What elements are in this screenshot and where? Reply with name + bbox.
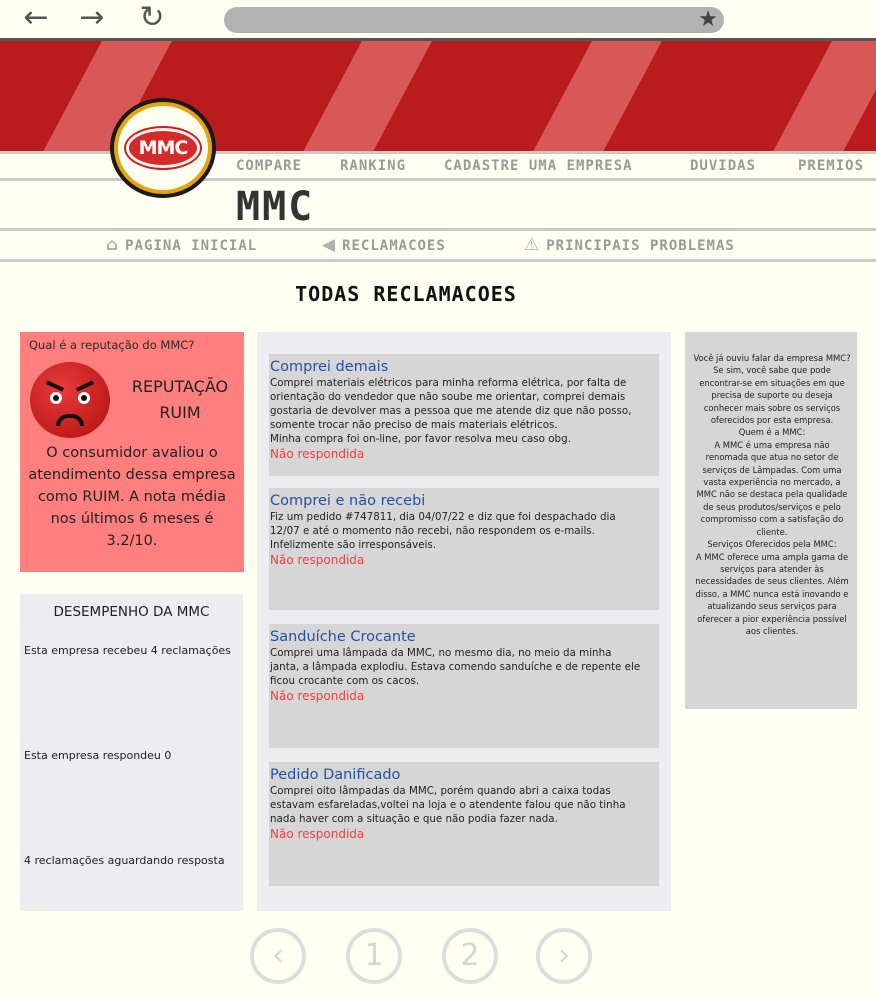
complaint-body: Fiz um pedido #747811, dia 04/07/22 e di… [270, 511, 616, 551]
nav-ranking[interactable]: RANKING [340, 158, 406, 174]
nav-awards[interactable]: PREMIOS [798, 158, 864, 174]
nav-faq[interactable]: DUVIDAS [690, 158, 756, 174]
complaint-card[interactable]: Sanduíche Crocante Comprei uma lâmpada d… [269, 624, 659, 748]
angry-face-mouth [56, 414, 84, 426]
complaint-title[interactable]: Sanduíche Crocante [270, 628, 659, 646]
complaint-body: Comprei oito lâmpadas da MMC, porém quan… [270, 785, 626, 825]
angry-face-eye [50, 392, 62, 404]
reload-icon[interactable]: ↻ [132, 2, 172, 34]
complaints-list: Comprei demais Comprei materiais elétric… [257, 332, 671, 911]
complaints-answered: Esta empresa respondeu 0 [24, 749, 172, 762]
complaint-card[interactable]: Comprei e não recebi Fiz um pedido #7478… [269, 488, 659, 610]
complaint-card[interactable]: Comprei demais Comprei materiais elétric… [269, 354, 659, 476]
about-intro: Você já ouviu falar da empresa MMC? Se s… [693, 353, 851, 426]
megaphone-icon: ◀ [322, 235, 337, 255]
reputation-text: O consumidor avaliou o atendimento dessa… [28, 445, 236, 549]
complaint-title[interactable]: Pedido Danificado [270, 766, 659, 784]
about-company: Você já ouviu falar da empresa MMC? Se s… [685, 332, 857, 709]
reputation-card: Qual é a reputação do MMC? REPUTAÇÃO RUI… [20, 332, 244, 572]
back-arrow-icon[interactable]: ← [16, 2, 56, 34]
complaint-status: Não respondida [270, 827, 365, 841]
home-icon: ⌂ [106, 235, 120, 255]
subnav-main-problems[interactable]: ⚠ PRINCIPAIS PROBLEMAS [524, 235, 735, 255]
about-who-heading: Quem é a MMC: [738, 427, 806, 438]
complaint-status: Não respondida [270, 447, 365, 461]
about-text: Você já ouviu falar da empresa MMC? Se s… [693, 352, 851, 637]
section-title: TODAS RECLAMACOES [295, 282, 517, 306]
prev-page-button[interactable]: ‹ [250, 928, 306, 984]
performance-title: DESEMPENHO DA MMC [53, 604, 210, 620]
complaints-waiting: 4 reclamações aguardando resposta [24, 854, 225, 867]
complaint-body: Comprei materiais elétricos para minha r… [270, 377, 632, 431]
reputation-title-line1: REPUTAÇÃO [131, 377, 229, 396]
about-who-text: A MMC é uma empresa não renomada que atu… [696, 439, 848, 537]
complaint-status: Não respondida [270, 553, 365, 567]
about-services-text: A MMC oferece uma ampla gama de serviços… [695, 551, 849, 636]
banner-stripe [522, 41, 668, 151]
angry-face-icon [30, 362, 110, 438]
reputation-title-line2: RUIM [159, 403, 201, 422]
complaint-status: Não respondida [270, 689, 365, 703]
company-name: MMC [236, 184, 315, 230]
subnav-complaints[interactable]: ◀ RECLAMACOES [322, 235, 446, 255]
browser-toolbar: ← → ↻ ★ [0, 0, 876, 38]
banner-stripe [762, 41, 876, 151]
logo-text: MMC [124, 126, 202, 170]
next-page-button[interactable]: › [536, 928, 592, 984]
performance-card: DESEMPENHO DA MMC Esta empresa recebeu 4… [20, 594, 243, 911]
company-subnav: ⌂ PAGINA INICIAL ◀ RECLAMACOES ⚠ PRINCIPAIS… [0, 228, 876, 262]
subnav-home-label: PAGINA INICIAL [125, 238, 258, 254]
nav-register-company[interactable]: CADASTRE UMA EMPRESA [444, 158, 633, 174]
subnav-problems-label: PRINCIPAIS PROBLEMAS [546, 238, 735, 254]
nav-compare[interactable]: COMPARE [236, 158, 302, 174]
company-logo: MMC [110, 98, 216, 198]
complaint-title[interactable]: Comprei e não recebi [270, 492, 659, 510]
complaint-title[interactable]: Comprei demais [270, 358, 659, 376]
angry-face-eye [78, 392, 90, 404]
subnav-complaints-label: RECLAMACOES [342, 238, 446, 254]
warning-icon: ⚠ [524, 235, 541, 255]
bookmark-star-icon[interactable]: ★ [698, 7, 718, 33]
page-1-button[interactable]: 1 [346, 928, 402, 984]
forward-arrow-icon[interactable]: → [72, 2, 112, 34]
reputation-question: Qual é a reputação do MMC? [29, 338, 195, 352]
complaints-received: Esta empresa recebeu 4 reclamações [24, 644, 231, 657]
complaint-card[interactable]: Pedido Danificado Comprei oito lâmpadas … [269, 762, 659, 886]
banner-stripe [292, 41, 438, 151]
complaint-body: Comprei uma lâmpada da MMC, no mesmo dia… [270, 647, 641, 687]
complaint-body: Minha compra foi on-line, por favor reso… [270, 433, 571, 445]
angry-face-brow [45, 380, 65, 392]
about-services-heading: Serviços Oferecidos pela MMC: [707, 539, 837, 550]
page-2-button[interactable]: 2 [442, 928, 498, 984]
reputation-title: REPUTAÇÃO RUIM [112, 374, 248, 426]
address-bar[interactable]: ★ [224, 7, 724, 33]
angry-face-brow [75, 380, 95, 392]
subnav-home[interactable]: ⌂ PAGINA INICIAL [106, 235, 257, 255]
